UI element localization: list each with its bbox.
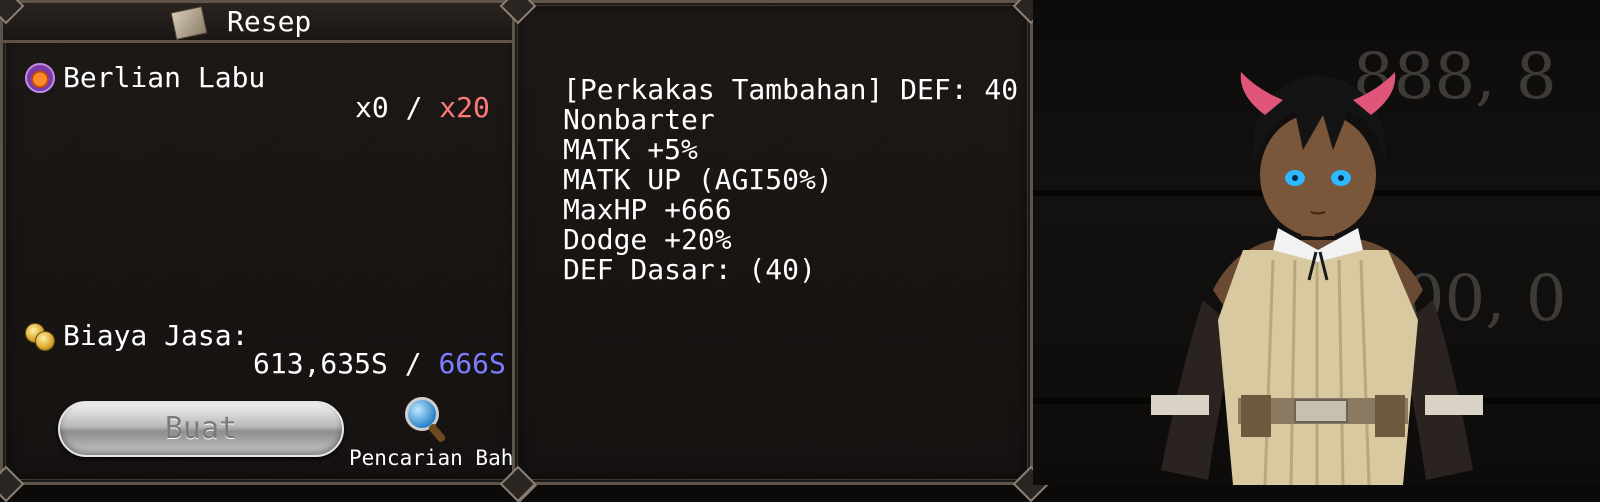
material-owned: x0 [355, 91, 389, 124]
recipe-title: Resep [227, 5, 312, 38]
recipe-panel: Resep Berlian Labu x0 / x20 Biaya Jasa: … [0, 0, 539, 502]
craft-button[interactable]: Buat [58, 401, 344, 457]
search-materials-label[interactable]: Pencarian Bahan [349, 443, 539, 473]
item-stat-line: MATK +5% [563, 133, 698, 166]
coins-icon [25, 321, 57, 351]
material-name: Berlian Labu [63, 61, 266, 94]
fee-current: 613,635S [253, 347, 388, 380]
fee-label: Biaya Jasa: [63, 319, 249, 352]
recipe-title-bar: Resep [3, 3, 525, 43]
fee-cost: 666S [438, 347, 506, 380]
fee-values: 613,635S / 666S [253, 349, 506, 379]
item-stat-line: MATK UP (AGI50%) [563, 163, 833, 196]
item-stat-line: Nonbarter [563, 103, 715, 136]
recipe-book-icon [170, 5, 208, 41]
material-count-separator: / [405, 91, 423, 124]
pumpkin-gem-icon [25, 63, 55, 93]
item-info-panel: [Perkakas Tambahan] DEF: 40 Nonbarter MA… [499, 0, 1050, 502]
item-stats: [Perkakas Tambahan] DEF: 40 Nonbarter MA… [563, 75, 1018, 285]
item-stat-line: DEF Dasar: (40) [563, 253, 816, 286]
character-preview: 888, 8 200, 0 [1033, 0, 1600, 485]
material-required: x20 [439, 91, 490, 124]
magnifier-icon[interactable] [405, 397, 447, 445]
item-stat-line: Dodge +20% [563, 223, 732, 256]
fee-separator: / [404, 347, 422, 380]
item-stat-line: MaxHP +666 [563, 193, 732, 226]
material-count: x0 / x20 [355, 93, 490, 123]
item-stat-line: [Perkakas Tambahan] DEF: 40 [563, 73, 1019, 106]
character-model [1151, 72, 1483, 485]
